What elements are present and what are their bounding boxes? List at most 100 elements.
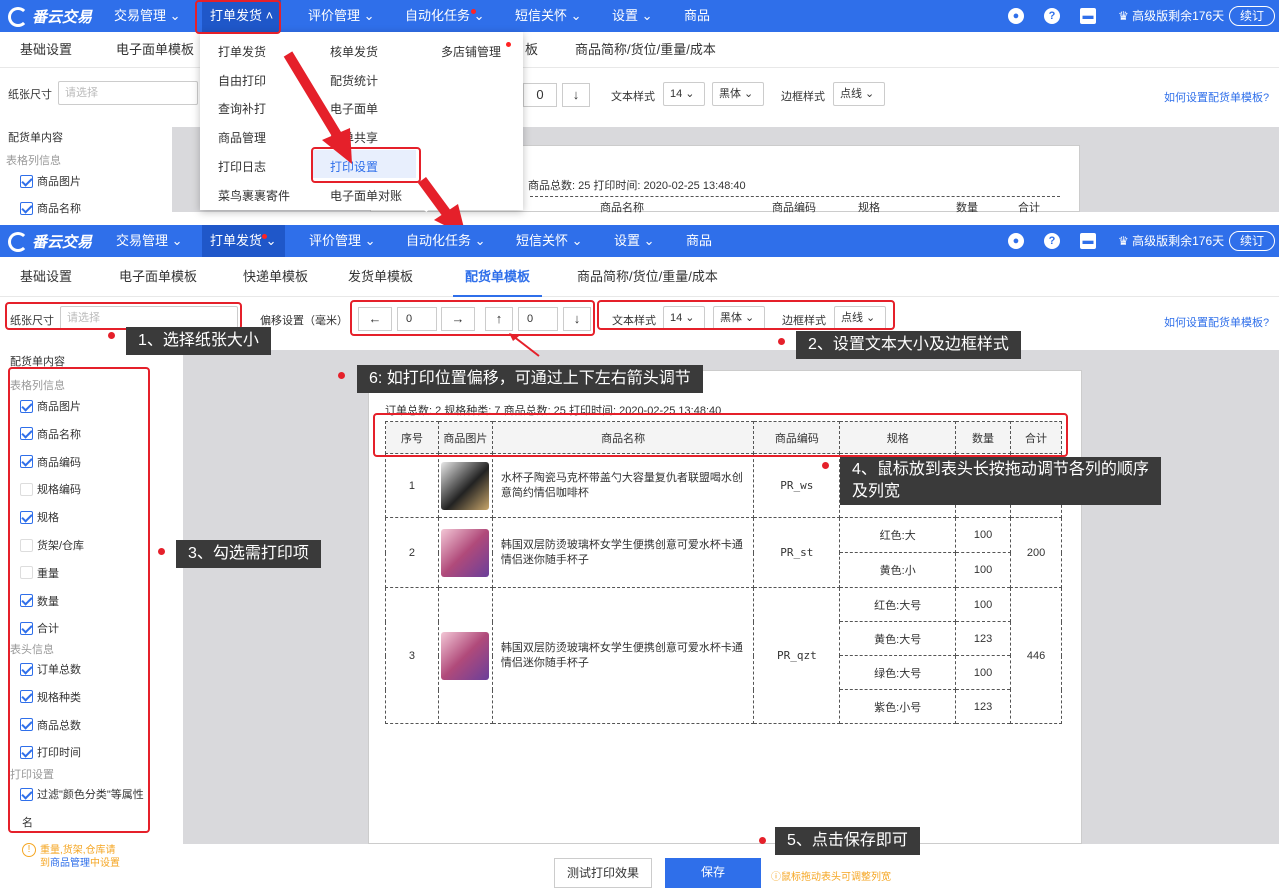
nav-goods-main[interactable]: 商品	[686, 225, 712, 257]
tab-shipping-main[interactable]: 发货单模板	[348, 257, 413, 297]
text-style-label-upper: 文本样式	[611, 91, 655, 103]
left-note: 重量,货架,仓库请 到商品管理中设置	[40, 845, 120, 869]
tab-goods-short[interactable]: 商品简称/货位/重量/成本	[575, 32, 716, 68]
highlight-left-panel	[8, 367, 150, 833]
highlight-spacer	[449, 224, 489, 246]
tab-bar: 基础设置 电子面单模板 快递单模板 发货单模板 配货单模板 商品简称/货位/重量…	[0, 257, 1279, 297]
arrow-down-button-upper[interactable]: ↓	[562, 83, 590, 107]
cell-spec: 紫色:小号	[839, 689, 957, 724]
nav-trade-main[interactable]: 交易管理 ⌄	[116, 225, 183, 257]
warning-icon: !	[22, 843, 36, 857]
callout-dot-3	[158, 548, 165, 555]
highlight-text-border	[597, 300, 895, 330]
tab-goods-short-main[interactable]: 商品简称/货位/重量/成本	[577, 257, 718, 297]
nav-settings[interactable]: 设置 ⌄	[612, 0, 653, 32]
upper-cb-goods-name[interactable]: 商品名称	[20, 200, 81, 216]
tab-waybill[interactable]: 电子面单模板	[116, 32, 194, 68]
help-icon-main[interactable]: ?	[1044, 233, 1060, 249]
callout-6: 6: 如打印位置偏移，可通过上下左右箭头调节	[357, 365, 703, 393]
menu-goods-manage[interactable]: 商品管理	[218, 129, 266, 146]
product-image-cup	[441, 528, 490, 577]
paper-size-select-upper[interactable]: 请选择	[58, 81, 198, 105]
top-nav-upper: 番云交易 交易管理 ⌄ 打单发货 ˄ 评价管理 ⌄ 自动化任务 ⌄ 短信关怀 ⌄…	[0, 0, 1279, 32]
nav-review-main[interactable]: 评价管理 ⌄	[309, 225, 376, 257]
nav-sms-main[interactable]: 短信关怀 ⌄	[516, 225, 583, 257]
cell-code: PR_st	[753, 517, 841, 588]
callout-dot-4	[822, 462, 829, 469]
cell-index: 2	[385, 517, 439, 588]
offset-pointer-arrow-icon	[509, 333, 540, 357]
summary-upper: 商品总数: 25 打印时间: 2020-02-25 13:48:40	[528, 180, 746, 192]
product-image-cup	[441, 631, 490, 680]
menu-badge-dot	[506, 42, 511, 47]
highlight-table-header	[373, 413, 1068, 457]
ticket-icon-main[interactable]: ▬	[1080, 233, 1096, 249]
font-size-select-upper[interactable]: 14 ⌄	[663, 82, 705, 106]
nav-trade[interactable]: 交易管理 ⌄	[114, 0, 181, 32]
nav-goods[interactable]: 商品	[684, 0, 710, 32]
ticket-icon[interactable]: ▬	[1080, 8, 1096, 24]
cell-image	[437, 517, 493, 588]
highlight-offset	[350, 300, 595, 336]
callout-1: 1、选择纸张大小	[126, 327, 271, 355]
help-icon[interactable]: ?	[1044, 8, 1060, 24]
cell-name: 韩国双层防烫玻璃杯女学生便携创意可爱水杯卡通情侣迷你随手杯子	[491, 517, 755, 588]
nav-print-ship-main[interactable]: 打单发货 ⌄	[202, 225, 285, 257]
nav-badge-dot	[471, 9, 476, 14]
cell-name: 水杯子陶瓷马克杯带盖勺大容量复仇者联盟喝水创意简约情侣咖啡杯	[491, 453, 755, 518]
cell-qty: 123	[955, 621, 1012, 656]
cell-spec: 红色:大	[839, 517, 957, 553]
notification-icon[interactable]: ●	[1008, 8, 1024, 24]
left-title-upper: 配货单内容	[8, 132, 63, 144]
goods-manage-link[interactable]: 商品管理	[50, 858, 90, 869]
cell-spec: 黄色:大号	[839, 621, 957, 656]
top-nav: 番云交易 交易管理 ⌄ 打单发货 ⌄ 评价管理 ⌄ 自动化任务 ⌄ 短信关怀 ⌄…	[0, 225, 1279, 257]
help-link-upper[interactable]: 如何设置配货单模板?	[1164, 89, 1269, 105]
plan-status: ♛ 高级版剩余176天	[1118, 9, 1225, 23]
tab-picklist-main[interactable]: 配货单模板	[453, 257, 543, 297]
tab-waybill-main[interactable]: 电子面单模板	[119, 257, 197, 297]
offset-label: 偏移设置（毫米）	[260, 315, 348, 327]
table-row: 2 韩国双层防烫玻璃杯女学生便携创意可爱水杯卡通情侣迷你随手杯子 PR_st 红…	[385, 517, 1062, 588]
offset-y-input-upper[interactable]: 0	[523, 83, 557, 107]
menu-reprint[interactable]: 查询补打	[218, 100, 266, 117]
cell-index: 3	[385, 587, 439, 724]
notification-icon-main[interactable]: ●	[1008, 233, 1024, 249]
tab-basic-main[interactable]: 基础设置	[20, 257, 72, 297]
nav-settings-main[interactable]: 设置 ⌄	[614, 225, 655, 257]
save-button[interactable]: 保存	[665, 858, 761, 888]
tab-basic[interactable]: 基础设置	[20, 32, 72, 68]
renew-button-main[interactable]: 续订	[1229, 231, 1276, 251]
nav-review[interactable]: 评价管理 ⌄	[308, 0, 375, 32]
menu-print-ship[interactable]: 打单发货	[218, 43, 266, 60]
cell-image	[437, 453, 493, 518]
cell-spec: 红色:大号	[839, 587, 957, 622]
callout-4: 4、鼠标放到表头长按拖动调节各列的顺序 及列宽	[840, 457, 1161, 505]
logo-icon-main	[8, 231, 28, 252]
callout-dot-6	[338, 372, 345, 379]
cell-name: 韩国双层防烫玻璃杯女学生便携创意可爱水杯卡通情侣迷你随手杯子	[491, 587, 755, 724]
upper-cb-goods-image[interactable]: 商品图片	[20, 173, 81, 189]
cell-index: 1	[385, 453, 439, 518]
test-print-button[interactable]: 测试打印效果	[554, 858, 652, 888]
help-link[interactable]: 如何设置配货单模板?	[1164, 314, 1269, 330]
highlight-nav-print-ship	[195, 0, 281, 34]
renew-button[interactable]: 续订	[1229, 6, 1276, 26]
cell-spec: 绿色:大号	[839, 655, 957, 690]
highlight-paper-size	[5, 302, 242, 330]
tab-picklist-partial[interactable]: 板	[525, 32, 538, 68]
nav-sms[interactable]: 短信关怀 ⌄	[515, 0, 582, 32]
callout-2: 2、设置文本大小及边框样式	[796, 331, 1021, 359]
logo-icon	[8, 6, 28, 27]
cell-image	[437, 587, 493, 724]
table-header-upper: 商品名称 商品编码 规格 数量 合计	[530, 196, 1060, 214]
menu-free-print[interactable]: 自由打印	[218, 72, 266, 89]
menu-print-log[interactable]: 打印日志	[218, 158, 266, 175]
brand-logo-main: 番云交易	[8, 231, 92, 252]
brand-logo: 番云交易	[8, 6, 92, 27]
border-style-label-upper: 边框样式	[781, 91, 825, 103]
border-style-select-upper[interactable]: 点线 ⌄	[833, 82, 885, 106]
tab-express-main[interactable]: 快递单模板	[243, 257, 308, 297]
nav-automation[interactable]: 自动化任务 ⌄	[405, 0, 485, 32]
font-family-select-upper[interactable]: 黑体 ⌄	[712, 82, 764, 106]
